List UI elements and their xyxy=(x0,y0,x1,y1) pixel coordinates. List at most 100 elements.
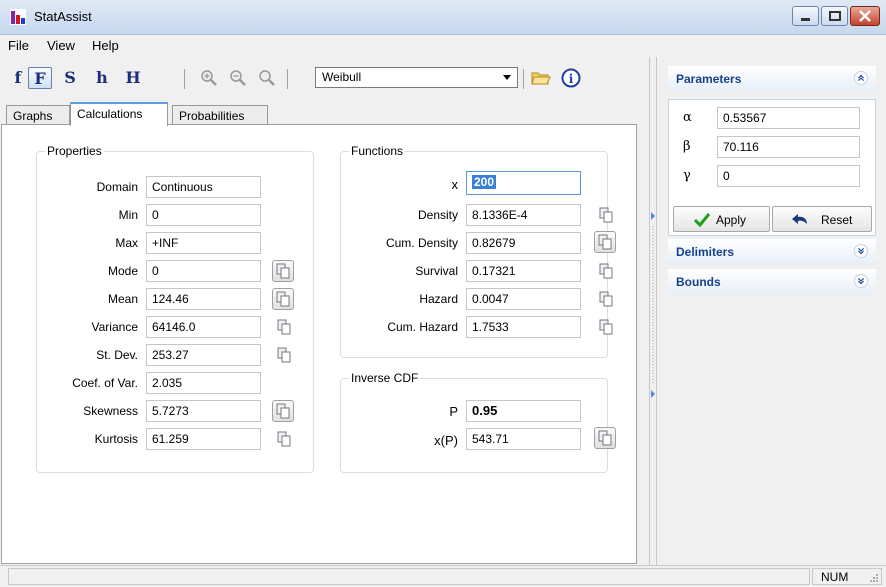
cdf-function-button[interactable]: F xyxy=(28,67,52,89)
kurtosis-label: Kurtosis xyxy=(94,432,138,446)
copy-xp-button[interactable] xyxy=(594,427,616,449)
properties-title: Properties xyxy=(45,144,104,158)
coef-var-label: Coef. of Var. xyxy=(72,376,138,390)
close-button[interactable] xyxy=(850,6,880,26)
mean-label: Mean xyxy=(107,292,138,306)
checkmark-icon xyxy=(694,213,710,227)
copy-icon xyxy=(276,291,290,307)
mode-label: Mode xyxy=(107,264,138,278)
alpha-input[interactable]: 0.53567 xyxy=(717,107,860,129)
minimize-button[interactable] xyxy=(792,6,819,26)
xp-label: x(P) xyxy=(434,433,458,448)
min-label: Min xyxy=(118,208,138,222)
copy-kurtosis-icon[interactable] xyxy=(276,431,292,447)
copy-mode-button[interactable] xyxy=(272,260,294,282)
stdev-label: St. Dev. xyxy=(96,348,138,362)
skewness-value: 5.7273 xyxy=(146,400,261,422)
delimiters-title: Delimiters xyxy=(676,245,735,259)
gamma-input[interactable]: 0 xyxy=(717,165,860,187)
app-window: StatAssist File View Help f F S h H Weib… xyxy=(0,0,886,587)
copy-icon xyxy=(598,430,612,446)
domain-label: Domain xyxy=(96,180,138,194)
num-lock-label: NUM xyxy=(821,570,849,584)
copy-cum-hazard-icon[interactable] xyxy=(598,319,614,335)
variance-label: Variance xyxy=(91,320,138,334)
bounds-header[interactable]: Bounds xyxy=(668,269,876,295)
cum-hazard-value: 1.7533 xyxy=(466,316,581,338)
density-label: Density xyxy=(417,208,458,222)
max-label: Max xyxy=(115,236,138,250)
delimiters-header[interactable]: Delimiters xyxy=(668,239,876,265)
cum-density-value: 0.82679 xyxy=(466,232,581,254)
distribution-select[interactable]: Weibull xyxy=(315,67,518,88)
side-panel: Parameters α 0.53567 β 70.116 γ 0 Apply … xyxy=(657,57,886,565)
x-input[interactable]: 200 xyxy=(466,171,581,195)
tab-strip: Graphs Calculations Probabilities xyxy=(0,101,649,126)
minimize-icon xyxy=(801,18,810,21)
pdf-function-button[interactable]: f xyxy=(8,67,28,89)
properties-group: Properties xyxy=(36,144,314,473)
pane-splitter[interactable] xyxy=(649,57,657,565)
beta-input[interactable]: 70.116 xyxy=(717,136,860,158)
min-value: 0 xyxy=(146,204,261,226)
reset-button[interactable]: Reset xyxy=(772,206,872,232)
info-icon[interactable]: i xyxy=(561,68,581,88)
copy-variance-icon[interactable] xyxy=(276,319,292,335)
hazard-label: Hazard xyxy=(419,292,458,306)
zoom-reset-icon[interactable] xyxy=(258,69,276,87)
zoom-in-icon[interactable] xyxy=(200,69,218,87)
hazard-value: 0.0047 xyxy=(466,288,581,310)
splitter-grip xyxy=(651,212,655,398)
copy-icon xyxy=(598,234,612,250)
copy-skewness-button[interactable] xyxy=(272,400,294,422)
copy-cum-density-button[interactable] xyxy=(594,231,616,253)
density-value: 8.1336E-4 xyxy=(466,204,581,226)
tab-probabilities[interactable]: Probabilities xyxy=(172,105,268,125)
copy-survival-icon[interactable] xyxy=(598,263,614,279)
parameters-header[interactable]: Parameters xyxy=(668,66,876,92)
chevron-up-icon xyxy=(854,71,868,85)
cum-hazard-label: Cum. Hazard xyxy=(387,320,458,334)
distribution-value: Weibull xyxy=(322,70,362,84)
chevron-down-icon xyxy=(854,274,868,288)
functions-title: Functions xyxy=(349,144,406,158)
maximize-button[interactable] xyxy=(821,6,848,26)
main-pane: f F S h H Weibull i Graphs Calculations … xyxy=(0,57,649,565)
mean-value: 124.46 xyxy=(146,288,261,310)
copy-mean-button[interactable] xyxy=(272,288,294,310)
survival-value: 0.17321 xyxy=(466,260,581,282)
skewness-label: Skewness xyxy=(83,404,138,418)
toolbar-separator xyxy=(287,69,288,89)
survival-function-button[interactable]: S xyxy=(60,67,80,89)
apply-label: Apply xyxy=(716,213,747,227)
zoom-out-icon[interactable] xyxy=(229,69,247,87)
copy-hazard-icon[interactable] xyxy=(598,291,614,307)
copy-stdev-icon[interactable] xyxy=(276,347,292,363)
apply-button[interactable]: Apply xyxy=(673,206,770,232)
variance-value: 64146.0 xyxy=(146,316,261,338)
cum-density-label: Cum. Density xyxy=(385,236,458,250)
max-value: +INF xyxy=(146,232,261,254)
p-input[interactable]: 0.95 xyxy=(466,400,581,422)
resize-grip-icon[interactable] xyxy=(869,573,879,583)
menu-file[interactable]: File xyxy=(8,38,29,53)
chevron-down-icon xyxy=(854,244,868,258)
copy-density-icon[interactable] xyxy=(598,207,614,223)
domain-value: Continuous xyxy=(146,176,261,198)
kurtosis-value: 61.259 xyxy=(146,428,261,450)
reset-arrow-icon xyxy=(792,214,807,224)
chevron-down-icon xyxy=(503,75,511,80)
tab-calculations[interactable]: Calculations xyxy=(70,102,168,126)
menu-help[interactable]: Help xyxy=(92,38,119,53)
tab-graphs[interactable]: Graphs xyxy=(6,105,70,125)
toolbar-separator xyxy=(184,69,185,89)
hazard-function-button[interactable]: h xyxy=(92,67,112,89)
open-folder-icon[interactable] xyxy=(531,69,551,87)
svg-text:i: i xyxy=(569,72,574,86)
x-label: x xyxy=(451,177,459,192)
menu-view[interactable]: View xyxy=(47,38,75,53)
coef-var-value: 2.035 xyxy=(146,372,261,394)
beta-label: β xyxy=(683,139,691,154)
cumulative-hazard-button[interactable]: H xyxy=(123,67,143,89)
toolbar-separator xyxy=(523,69,524,89)
